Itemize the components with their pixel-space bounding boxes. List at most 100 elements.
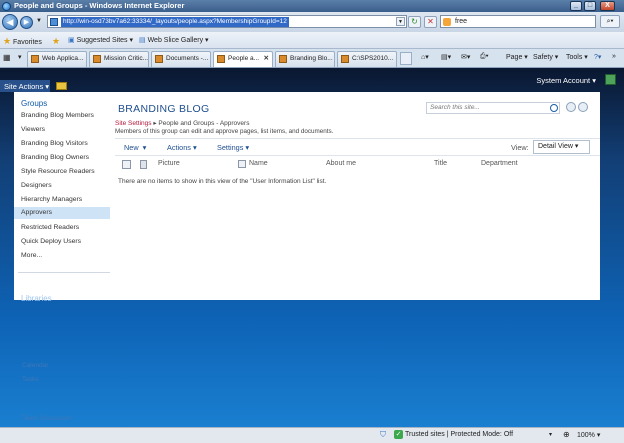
zoom-level[interactable]: 100% ▾ xyxy=(577,431,600,439)
page-icon xyxy=(31,55,39,63)
search-value[interactable]: free xyxy=(455,17,467,27)
site-title[interactable]: BRANDING BLOG xyxy=(118,103,209,115)
nav-item-designers[interactable]: Designers xyxy=(21,182,52,189)
nav-item-tasks[interactable]: Tasks xyxy=(22,376,39,383)
tab-people-and-groups[interactable]: People a... ✕ xyxy=(213,51,273,67)
page-panel: Groups Branding Blog Members Viewers Bra… xyxy=(14,92,600,300)
address-bar: ◀ ▶ ▼ http://win-osd73bv7a62:33334/_layo… xyxy=(0,12,624,32)
select-all-checkbox[interactable] xyxy=(122,160,131,169)
column-title[interactable]: Title xyxy=(434,160,447,167)
tab-web-applications[interactable]: Web Applica... xyxy=(27,51,87,67)
empty-list-message: There are no items to show in this view … xyxy=(118,178,327,185)
nav-divider xyxy=(18,272,110,273)
site-search-input[interactable]: Search this site... xyxy=(426,102,560,114)
add-favorite-icon[interactable]: ★ xyxy=(52,36,60,47)
tags-notes-icon[interactable] xyxy=(565,101,591,113)
close-tab-icon[interactable]: ✕ xyxy=(264,52,269,66)
tab-mission-critical[interactable]: Mission Critic... xyxy=(89,51,149,67)
nav-item-more[interactable]: More... xyxy=(21,252,42,259)
tools-menu[interactable]: Tools ▾ xyxy=(566,53,588,61)
main-content: BRANDING BLOG Site Settings ▸ People and… xyxy=(114,92,600,300)
zone-shield-icon: ⛉ xyxy=(380,430,386,439)
url-dropdown-icon[interactable]: ▼ xyxy=(396,17,405,26)
page-menu[interactable]: Page ▾ xyxy=(506,53,528,61)
nav-item-hierarchy-managers[interactable]: Hierarchy Managers xyxy=(21,196,82,203)
page-icon xyxy=(279,55,287,63)
column-about-me[interactable]: About me xyxy=(326,160,356,167)
web-slice-gallery-link[interactable]: ▤ Web Slice Gallery ▾ xyxy=(139,36,209,44)
home-icon[interactable]: ⌂▾ xyxy=(421,53,429,61)
tab-list-icon[interactable]: ▾ xyxy=(18,53,22,61)
breadcrumb-separator: ▸ xyxy=(153,120,157,127)
refresh-button[interactable]: ↻ xyxy=(408,16,421,28)
minimize-button[interactable]: _ xyxy=(570,1,582,11)
feeds-icon[interactable]: ▤▾ xyxy=(441,53,451,61)
view-select[interactable]: Detail View ▾ xyxy=(533,140,590,154)
favorites-bar: ★ Favorites ★ ▣ Suggested Sites ▾ ▤ Web … xyxy=(0,32,624,49)
search-input[interactable]: free xyxy=(440,15,596,28)
back-button[interactable]: ◀ xyxy=(2,14,18,30)
sharepoint-content: Site Actions ▾ System Account ▾ Groups B… xyxy=(0,68,624,427)
url-text[interactable]: http://win-osd73bv7a62:33334/_layouts/pe… xyxy=(61,17,289,27)
security-zone[interactable]: Trusted sites | Protected Mode: Off xyxy=(405,431,513,438)
site-actions-menu[interactable]: Site Actions ▾ xyxy=(4,82,49,91)
window-title: People and Groups - Windows Internet Exp… xyxy=(14,1,185,10)
tab-sps2010[interactable]: C:\SPS2010... xyxy=(337,51,397,67)
nav-item-branding-blog-visitors[interactable]: Branding Blog Visitors xyxy=(21,140,88,147)
name-checkbox[interactable] xyxy=(238,160,246,168)
stop-button[interactable]: ✕ xyxy=(424,16,437,28)
mail-icon[interactable]: ✉▾ xyxy=(461,53,470,61)
trusted-check-icon: ✓ xyxy=(394,430,403,439)
favorites-button[interactable]: ★ Favorites xyxy=(3,36,42,47)
tab-documents[interactable]: Documents -... xyxy=(151,51,211,67)
nav-item-calendar[interactable]: Calendar xyxy=(22,362,48,369)
nav-item-quick-deploy-users[interactable]: Quick Deploy Users xyxy=(21,238,81,245)
settings-menu[interactable]: Settings ▾ xyxy=(217,143,249,152)
zone-menu-icon[interactable]: ▾ xyxy=(549,431,552,438)
new-menu[interactable]: New ▾ xyxy=(124,143,146,152)
folder-icon[interactable] xyxy=(56,82,67,90)
attachment-icon xyxy=(140,160,147,169)
breadcrumb-site-settings-link[interactable]: Site Settings xyxy=(115,120,152,127)
url-field[interactable]: http://win-osd73bv7a62:33334/_layouts/pe… xyxy=(47,15,407,28)
page-icon xyxy=(93,55,101,63)
page-icon xyxy=(341,55,349,63)
maximize-button[interactable]: □ xyxy=(584,1,596,11)
column-picture[interactable]: Picture xyxy=(158,160,180,167)
nav-item-viewers[interactable]: Viewers xyxy=(21,126,45,133)
left-navigation: Groups Branding Blog Members Viewers Bra… xyxy=(14,92,110,300)
search-provider-icon xyxy=(443,18,451,26)
page-icon xyxy=(155,55,163,63)
libraries-heading[interactable]: Libraries xyxy=(21,294,52,303)
user-icon[interactable] xyxy=(605,74,616,85)
nav-dropdown-icon[interactable]: ▼ xyxy=(36,18,42,24)
nav-item-branding-blog-members[interactable]: Branding Blog Members xyxy=(21,112,94,119)
suggested-sites-link[interactable]: ▣ Suggested Sites ▾ xyxy=(68,36,133,44)
zoom-icon[interactable]: ⊕ xyxy=(563,430,570,439)
search-icon[interactable] xyxy=(550,104,558,112)
new-tab-button[interactable] xyxy=(400,52,412,65)
close-window-button[interactable]: X xyxy=(600,1,615,11)
page-icon xyxy=(217,55,225,63)
nav-item-style-resource-readers[interactable]: Style Resource Readers xyxy=(21,168,95,175)
groups-heading[interactable]: Groups xyxy=(21,99,47,108)
window-titlebar: People and Groups - Windows Internet Exp… xyxy=(0,0,624,12)
tab-branding-blog[interactable]: Branding Blo... xyxy=(275,51,335,67)
page-description: Members of this group can edit and appro… xyxy=(115,128,334,135)
column-name[interactable]: Name xyxy=(249,160,268,167)
search-icon[interactable]: ⌕▾ xyxy=(600,15,620,28)
nav-item-branding-blog-owners[interactable]: Branding Blog Owners xyxy=(21,154,89,161)
overflow-icon[interactable]: » xyxy=(612,53,616,60)
quick-tabs-icon[interactable]: ▦ xyxy=(3,53,11,62)
print-icon[interactable]: ⎙▾ xyxy=(480,53,489,61)
nav-item-team-discussion[interactable]: Team Discussion xyxy=(22,415,71,422)
forward-button[interactable]: ▶ xyxy=(20,16,33,29)
column-department[interactable]: Department xyxy=(481,160,518,167)
help-icon[interactable]: ?▾ xyxy=(594,53,601,61)
sharepoint-topbar: Site Actions ▾ System Account ▾ xyxy=(0,68,624,92)
nav-item-restricted-readers[interactable]: Restricted Readers xyxy=(21,224,79,231)
nav-item-approvers[interactable]: Approvers xyxy=(14,207,110,219)
actions-menu[interactable]: Actions ▾ xyxy=(167,143,197,152)
safety-menu[interactable]: Safety ▾ xyxy=(533,53,558,61)
user-menu[interactable]: System Account ▾ xyxy=(536,76,596,85)
